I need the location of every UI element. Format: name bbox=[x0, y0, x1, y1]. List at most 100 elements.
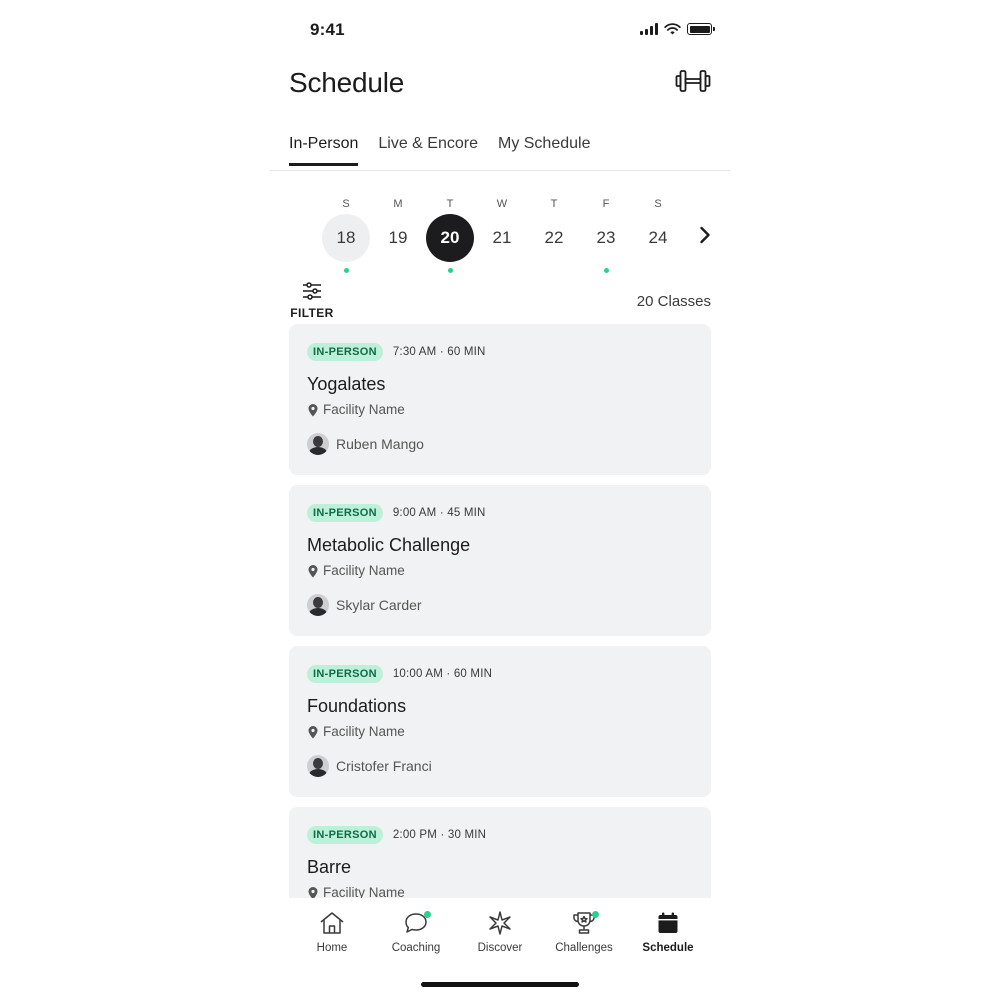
instructor-row: Cristofer Franci bbox=[307, 755, 693, 777]
facility-row: Facility Name bbox=[307, 724, 693, 739]
day-friday[interactable]: F 23 bbox=[580, 196, 632, 273]
nav-label: Home bbox=[316, 942, 348, 954]
trophy-icon bbox=[569, 908, 599, 938]
chevron-right-icon[interactable] bbox=[694, 222, 716, 248]
location-pin-icon bbox=[308, 403, 318, 416]
class-indicator-dot bbox=[396, 268, 401, 273]
day-letter: T bbox=[446, 198, 454, 210]
class-time: 2:00 PM · 30 MIN bbox=[392, 829, 487, 841]
day-monday[interactable]: M 19 bbox=[372, 196, 424, 273]
class-indicator-dot bbox=[500, 268, 505, 273]
chat-bubble-icon bbox=[401, 908, 431, 938]
nav-label: Discover bbox=[477, 942, 523, 954]
nav-coaching[interactable]: Coaching bbox=[374, 908, 458, 968]
notification-dot bbox=[592, 911, 599, 918]
day-number: 22 bbox=[544, 228, 564, 247]
facility-name: Facility Name bbox=[323, 402, 405, 417]
location-pin-icon bbox=[308, 564, 318, 577]
class-indicator-dot bbox=[447, 268, 453, 273]
wifi-icon bbox=[664, 23, 681, 35]
class-type-badge: IN-PERSON bbox=[307, 343, 383, 361]
instructor-row: Ruben Mango bbox=[307, 433, 693, 455]
day-letter: S bbox=[654, 198, 662, 210]
class-meta: IN-PERSON 10:00 AM · 60 MIN bbox=[307, 665, 693, 683]
status-bar: 9:41 bbox=[270, 18, 730, 44]
home-icon bbox=[317, 908, 347, 938]
class-count: 20 Classes bbox=[636, 293, 711, 310]
instructor-name: Ruben Mango bbox=[336, 436, 424, 452]
facility-row: Facility Name bbox=[307, 885, 693, 898]
instructor-name: Cristofer Franci bbox=[336, 758, 432, 774]
class-indicator-dot bbox=[603, 268, 609, 273]
nav-schedule[interactable]: Schedule bbox=[626, 908, 710, 968]
class-meta: IN-PERSON 7:30 AM · 60 MIN bbox=[307, 343, 693, 361]
tab-in-person[interactable]: In-Person bbox=[289, 135, 359, 166]
filter-label: FILTER bbox=[290, 306, 334, 320]
avatar bbox=[307, 433, 329, 455]
class-indicator-dot bbox=[656, 268, 661, 273]
class-indicator-dot bbox=[552, 268, 557, 273]
class-card[interactable]: IN-PERSON 9:00 AM · 45 MIN Metabolic Cha… bbox=[289, 485, 711, 636]
facility-name: Facility Name bbox=[323, 724, 405, 739]
instructor-name: Skylar Carder bbox=[336, 597, 422, 613]
day-letter: F bbox=[602, 198, 610, 210]
day-number: 21 bbox=[492, 228, 512, 247]
day-wednesday[interactable]: W 21 bbox=[476, 196, 528, 273]
class-title: Metabolic Challenge bbox=[307, 535, 471, 555]
location-pin-icon bbox=[308, 886, 318, 898]
tabs-divider bbox=[270, 170, 730, 171]
class-time: 10:00 AM · 60 MIN bbox=[392, 668, 493, 680]
day-number: 20 bbox=[426, 214, 474, 262]
status-icons bbox=[640, 23, 715, 35]
class-meta: IN-PERSON 9:00 AM · 45 MIN bbox=[307, 504, 693, 522]
class-type-badge: IN-PERSON bbox=[307, 665, 383, 683]
class-title: Barre bbox=[307, 857, 352, 877]
nav-home[interactable]: Home bbox=[290, 908, 374, 968]
page-title: Schedule bbox=[289, 67, 405, 98]
tab-my-schedule[interactable]: My Schedule bbox=[498, 135, 591, 166]
facility-name: Facility Name bbox=[323, 563, 405, 578]
facility-row: Facility Name bbox=[307, 402, 693, 417]
facility-name: Facility Name bbox=[323, 885, 405, 898]
day-letter: W bbox=[496, 198, 508, 210]
sliders-icon bbox=[303, 282, 321, 300]
nav-challenges[interactable]: Challenges bbox=[542, 908, 626, 968]
calendar-icon bbox=[653, 908, 683, 938]
sparkle-icon bbox=[485, 908, 515, 938]
battery-icon bbox=[687, 23, 715, 35]
bottom-nav: Home Coaching Discover Challenges Schedu… bbox=[270, 898, 730, 968]
class-type-badge: IN-PERSON bbox=[307, 504, 383, 522]
status-time: 9:41 bbox=[310, 20, 345, 39]
week-strip: S 18 M 19 T 20 W 21 T 22 F 23 S 24 bbox=[320, 196, 684, 273]
class-list: IN-PERSON 7:30 AM · 60 MIN Yogalates Fac… bbox=[289, 324, 711, 898]
day-sunday[interactable]: S 18 bbox=[320, 196, 372, 273]
class-card[interactable]: IN-PERSON 7:30 AM · 60 MIN Yogalates Fac… bbox=[289, 324, 711, 475]
day-thursday[interactable]: T 22 bbox=[528, 196, 580, 273]
cellular-signal-icon bbox=[640, 23, 658, 35]
class-card[interactable]: IN-PERSON 2:00 PM · 30 MIN Barre Facilit… bbox=[289, 807, 711, 898]
schedule-tabs: In-Person Live & Encore My Schedule bbox=[289, 135, 590, 166]
tab-live-encore[interactable]: Live & Encore bbox=[378, 135, 478, 166]
day-number: 19 bbox=[388, 228, 408, 247]
day-letter: T bbox=[550, 198, 558, 210]
nav-discover[interactable]: Discover bbox=[458, 908, 542, 968]
instructor-row: Skylar Carder bbox=[307, 594, 693, 616]
day-tuesday[interactable]: T 20 bbox=[424, 196, 476, 273]
nav-label: Challenges bbox=[555, 942, 613, 954]
class-title: Foundations bbox=[307, 696, 407, 716]
day-number: 24 bbox=[648, 228, 668, 247]
nav-label: Schedule bbox=[642, 942, 694, 954]
avatar bbox=[307, 755, 329, 777]
dumbbell-icon[interactable] bbox=[674, 64, 712, 98]
filter-button[interactable]: FILTER bbox=[289, 280, 335, 320]
phone-screen: 9:41 Schedule In-Person Live & Encore My bbox=[270, 0, 730, 1000]
day-number: 23 bbox=[596, 228, 616, 247]
class-type-badge: IN-PERSON bbox=[307, 826, 383, 844]
day-saturday[interactable]: S 24 bbox=[632, 196, 684, 273]
day-number: 18 bbox=[322, 214, 370, 262]
class-time: 9:00 AM · 45 MIN bbox=[392, 507, 486, 519]
class-indicator-dot bbox=[343, 268, 349, 273]
notification-dot bbox=[424, 911, 431, 918]
class-card[interactable]: IN-PERSON 10:00 AM · 60 MIN Foundations … bbox=[289, 646, 711, 797]
avatar bbox=[307, 594, 329, 616]
